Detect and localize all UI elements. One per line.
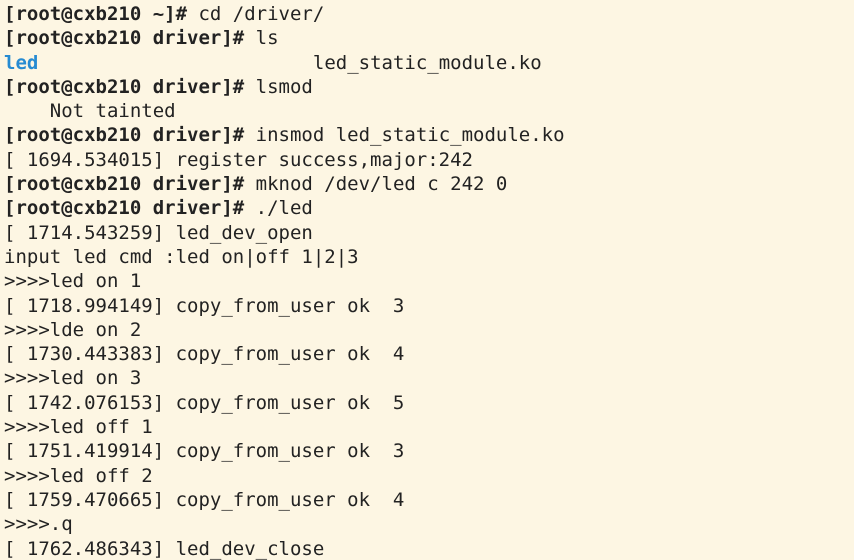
- ls-entry-file: led_static_module.ko: [313, 52, 542, 74]
- terminal-line: [ 1718.994149] copy_from_user ok 3: [4, 294, 850, 318]
- ls-entry-dir: led: [4, 52, 38, 74]
- terminal-line: [ 1730.443383] copy_from_user ok 4: [4, 342, 850, 366]
- shell-command: ./led: [256, 197, 313, 219]
- terminal-line: >>>>lde on 2: [4, 318, 850, 342]
- shell-command: mknod /dev/led c 242 0: [256, 173, 508, 195]
- shell-prompt: [root@cxb210 driver]#: [4, 76, 256, 98]
- terminal-line: >>>>led off 1: [4, 415, 850, 439]
- shell-command: lsmod: [256, 76, 313, 98]
- shell-prompt: [root@cxb210 ~]#: [4, 3, 198, 25]
- terminal-line: [ 1714.543259] led_dev_open: [4, 221, 850, 245]
- shell-command: insmod led_static_module.ko: [256, 124, 565, 146]
- terminal-line: >>>>led off 2: [4, 464, 850, 488]
- terminal-line: [root@cxb210 driver]# mknod /dev/led c 2…: [4, 172, 850, 196]
- shell-prompt: [root@cxb210 driver]#: [4, 197, 256, 219]
- terminal-line: [ 1762.486343] led_dev_close: [4, 537, 850, 560]
- terminal-line: input led cmd :led on|off 1|2|3: [4, 245, 850, 269]
- terminal-line: [root@cxb210 driver]# insmod led_static_…: [4, 123, 850, 147]
- terminal-line: >>>>.q: [4, 512, 850, 536]
- terminal-line: [ 1759.470665] copy_from_user ok 4: [4, 488, 850, 512]
- ls-spacing: [38, 52, 313, 74]
- terminal-line: [root@cxb210 driver]# lsmod: [4, 75, 850, 99]
- terminal-output[interactable]: [root@cxb210 ~]# cd /driver/[root@cxb210…: [0, 0, 854, 560]
- shell-prompt: [root@cxb210 driver]#: [4, 173, 256, 195]
- terminal-line: >>>>led on 1: [4, 269, 850, 293]
- shell-command: ls: [256, 27, 279, 49]
- terminal-line: [root@cxb210 driver]# ls: [4, 26, 850, 50]
- terminal-line: >>>>led on 3: [4, 366, 850, 390]
- terminal-line: [ 1751.419914] copy_from_user ok 3: [4, 439, 850, 463]
- terminal-line: [root@cxb210 ~]# cd /driver/: [4, 2, 850, 26]
- shell-prompt: [root@cxb210 driver]#: [4, 124, 256, 146]
- terminal-line: [ 1694.534015] register success,major:24…: [4, 148, 850, 172]
- shell-command: cd /driver/: [198, 3, 324, 25]
- terminal-line: [root@cxb210 driver]# ./led: [4, 196, 850, 220]
- terminal-line: Not tainted: [4, 99, 850, 123]
- shell-prompt: [root@cxb210 driver]#: [4, 27, 256, 49]
- terminal-line: [ 1742.076153] copy_from_user ok 5: [4, 391, 850, 415]
- terminal-line: led led_static_module.ko: [4, 51, 850, 75]
